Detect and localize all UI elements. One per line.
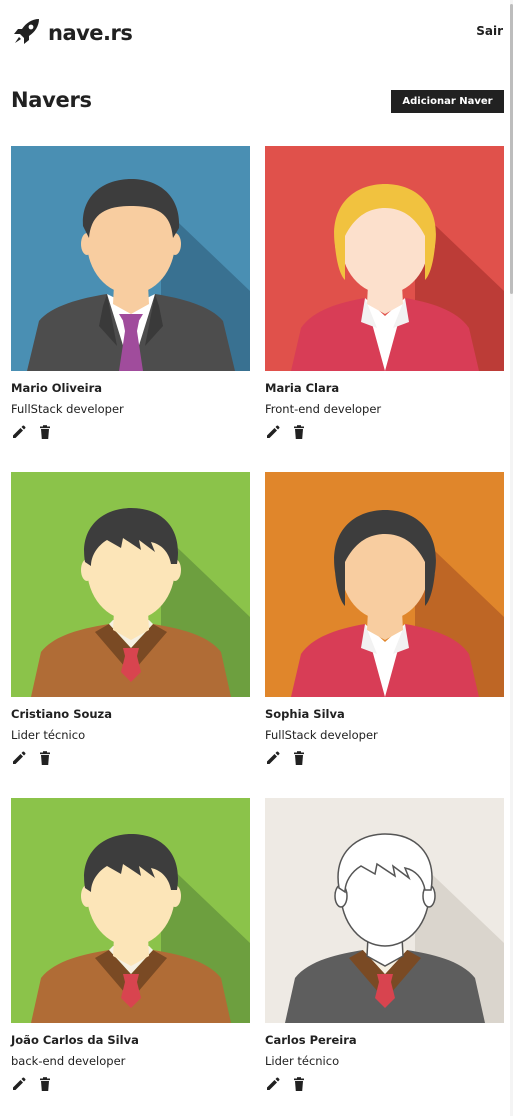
naver-photo[interactable] xyxy=(265,798,504,1023)
trash-icon[interactable] xyxy=(291,424,307,440)
naver-name: Sophia Silva xyxy=(265,707,345,721)
naver-actions xyxy=(11,424,250,440)
naver-photo[interactable] xyxy=(11,798,250,1023)
naver-name: João Carlos da Silva xyxy=(11,1033,139,1047)
pencil-icon[interactable] xyxy=(11,424,27,440)
naver-actions xyxy=(265,424,504,440)
app-header: nave.rs Sair xyxy=(0,0,510,66)
naver-actions xyxy=(265,750,504,766)
naver-name: Maria Clara xyxy=(265,381,340,395)
naver-actions xyxy=(11,1076,250,1092)
naver-job: Lider técnico xyxy=(265,1054,340,1068)
trash-icon[interactable] xyxy=(37,750,53,766)
logout-link[interactable]: Sair xyxy=(476,24,503,38)
trash-icon[interactable] xyxy=(291,1076,307,1092)
naver-card[interactable]: Mario Oliveira FullStack developer xyxy=(11,146,250,472)
naver-photo[interactable] xyxy=(11,472,250,697)
scrollbar[interactable] xyxy=(510,0,513,1116)
page-title: Navers xyxy=(11,88,92,112)
add-naver-button[interactable]: Adicionar Naver xyxy=(391,90,504,113)
naver-photo[interactable] xyxy=(265,472,504,697)
naver-card[interactable]: Sophia Silva FullStack developer xyxy=(265,472,504,798)
naver-name: Cristiano Souza xyxy=(11,707,113,721)
title-row: Navers Adicionar Naver xyxy=(0,86,510,118)
trash-icon[interactable] xyxy=(37,424,53,440)
naver-card[interactable]: Cristiano Souza Lider técnico xyxy=(11,472,250,798)
naver-card[interactable]: Maria Clara Front-end developer xyxy=(265,146,504,472)
naver-card[interactable]: Carlos Pereira Lider técnico xyxy=(265,798,504,1116)
naver-photo[interactable] xyxy=(11,146,250,371)
scrollbar-thumb[interactable] xyxy=(510,4,513,294)
naver-job: Front-end developer xyxy=(265,402,382,416)
naver-card[interactable]: João Carlos da Silva back-end developer xyxy=(11,798,250,1116)
pencil-icon[interactable] xyxy=(265,424,281,440)
pencil-icon[interactable] xyxy=(265,1076,281,1092)
naver-job: FullStack developer xyxy=(265,728,378,742)
naver-actions xyxy=(265,1076,504,1092)
naver-name: Carlos Pereira xyxy=(265,1033,357,1047)
naver-actions xyxy=(11,750,250,766)
naver-name: Mario Oliveira xyxy=(11,381,103,395)
naver-job: back-end developer xyxy=(11,1054,126,1068)
pencil-icon[interactable] xyxy=(11,1076,27,1092)
app-logo[interactable]: nave.rs xyxy=(12,16,133,50)
pencil-icon[interactable] xyxy=(265,750,281,766)
rocket-icon xyxy=(12,16,42,50)
trash-icon[interactable] xyxy=(37,1076,53,1092)
pencil-icon[interactable] xyxy=(11,750,27,766)
trash-icon[interactable] xyxy=(291,750,307,766)
logo-text: nave.rs xyxy=(48,21,133,45)
naver-job: FullStack developer xyxy=(11,402,124,416)
naver-photo[interactable] xyxy=(265,146,504,371)
naver-job: Lider técnico xyxy=(11,728,86,742)
navers-grid: Mario Oliveira FullStack developer Maria… xyxy=(11,146,504,1116)
